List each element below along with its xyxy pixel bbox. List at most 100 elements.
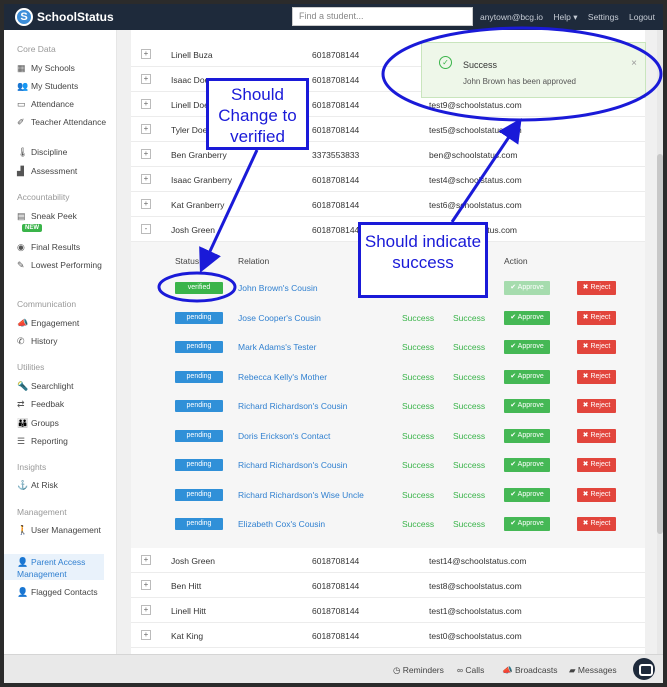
expand-toggle[interactable]: +: [141, 554, 151, 565]
student-search-input[interactable]: Find a student...: [292, 7, 473, 26]
settings-link[interactable]: Settings: [588, 12, 619, 22]
relation-link[interactable]: Richard Richardson's Wise Uncle: [238, 490, 364, 500]
reminders-button[interactable]: ◷ Reminders: [393, 665, 444, 676]
status-text: Success: [453, 460, 486, 470]
sidebar-item-sneak-peek[interactable]: ▤ Sneak Peek: [17, 210, 117, 222]
expand-toggle[interactable]: +: [141, 49, 151, 59]
sidebar-item-label: Groups: [31, 418, 59, 428]
approve-button[interactable]: ✔ Approve: [504, 428, 550, 443]
approve-button[interactable]: ✔ Approve: [504, 517, 550, 531]
broadcasts-button[interactable]: 📣 Broadcasts: [502, 665, 557, 676]
sidebar-item-my-students[interactable]: 👥 My Students: [17, 80, 117, 92]
approve-button[interactable]: ✔ Approve: [504, 458, 550, 472]
phone-icon: ✆: [17, 336, 25, 346]
reject-button[interactable]: ✖ Reject: [577, 310, 616, 325]
expand-toggle[interactable]: +: [141, 579, 151, 590]
status-badge: pending: [175, 311, 223, 324]
contact-phone: 6018708144: [312, 175, 360, 185]
calls-button[interactable]: ∞ Calls: [457, 665, 484, 675]
help-menu[interactable]: Help ▾: [553, 12, 577, 22]
contact-name: Linell Doe: [171, 100, 209, 110]
table-row[interactable]: + Ben Hitt 6018708144 test8@schoolstatus.co…: [131, 573, 645, 598]
reject-button[interactable]: ✖ Reject: [577, 281, 616, 295]
request-row: pending Elizabeth Cox's Cousin Success Succ…: [131, 509, 645, 539]
relation-link[interactable]: Richard Richardson's Cousin: [238, 460, 347, 470]
reject-button[interactable]: ✖ Reject: [577, 428, 616, 443]
sidebar-item-flagged-contacts[interactable]: 👤 Flagged Contacts: [17, 586, 117, 598]
expand-toggle[interactable]: +: [141, 74, 151, 84]
close-icon[interactable]: ×: [631, 58, 637, 69]
expand-toggle[interactable]: +: [141, 629, 151, 640]
expand-toggle[interactable]: +: [141, 174, 151, 184]
table-row[interactable]: + Kat King 6018708144 test0@schoolstatus.co…: [131, 623, 645, 648]
reject-button[interactable]: ✖ Reject: [577, 517, 616, 531]
relation-link[interactable]: Elizabeth Cox's Cousin: [238, 519, 325, 529]
status-badge: pending: [175, 429, 223, 442]
sidebar-item-feedback[interactable]: ⇄ Feedbak: [17, 398, 117, 410]
sidebar-item-attendance[interactable]: ▭ Attendance: [17, 98, 117, 110]
chat-bubble-icon[interactable]: [633, 658, 655, 680]
scrollbar[interactable]: [657, 30, 663, 654]
relation-link[interactable]: Jose Cooper's Cousin: [238, 313, 321, 323]
sidebar-item-groups[interactable]: 👪 Groups: [17, 417, 117, 429]
status-text: Success: [402, 401, 435, 411]
expand-toggle[interactable]: +: [141, 604, 151, 615]
contact-email: test14@schoolstatus.com: [429, 555, 527, 566]
sidebar-item-my-schools[interactable]: ▦ My Schools: [17, 62, 117, 74]
approve-button[interactable]: ✔ Approve: [504, 281, 550, 295]
status-badge: pending: [175, 370, 223, 383]
table-row[interactable]: + Linell Hitt 6018708144 test1@schoolstatus…: [131, 598, 645, 623]
expand-toggle[interactable]: +: [141, 149, 151, 159]
status-text: Success: [402, 460, 435, 470]
chart-icon: ▟: [17, 166, 24, 176]
messages-button[interactable]: ▰ Messages: [569, 665, 617, 676]
status-text: Success: [453, 489, 486, 500]
reject-button[interactable]: ✖ Reject: [577, 458, 616, 472]
relation-link[interactable]: Rebecca Kelly's Mother: [238, 372, 327, 382]
status-text: Success: [402, 342, 435, 352]
relation-link[interactable]: Mark Adams's Tester: [238, 342, 316, 352]
scrollbar-thumb[interactable]: [657, 154, 663, 534]
sidebar-item-searchlight[interactable]: 🔦 Searchlight: [17, 380, 117, 392]
table-row[interactable]: + Kat Granberry 6018708144 test6@schoolstat…: [131, 192, 645, 217]
expand-toggle[interactable]: +: [141, 124, 151, 134]
table-row[interactable]: + Josh Green 6018708144 test14@schoolstatus…: [131, 548, 645, 573]
approve-button[interactable]: ✔ Approve: [504, 340, 550, 354]
pencil-icon: ✎: [17, 260, 25, 270]
reject-button[interactable]: ✖ Reject: [577, 340, 616, 354]
reject-button[interactable]: ✖ Reject: [577, 369, 616, 384]
contact-phone: 6018708144: [312, 50, 360, 60]
table-row[interactable]: + Isaac Granberry 6018708144 test4@schoolst…: [131, 167, 645, 192]
sidebar-item-user-management[interactable]: 🚶 User Management: [17, 524, 117, 536]
relation-link[interactable]: Richard Richardson's Cousin: [238, 401, 347, 411]
relation-link[interactable]: Doris Erickson's Contact: [238, 431, 330, 441]
expand-toggle[interactable]: +: [141, 99, 151, 109]
sidebar-item-teacher-attendance[interactable]: ✐ Teacher Attendance: [17, 116, 117, 128]
sidebar-item-discipline[interactable]: 🌡 Discipline: [17, 146, 117, 158]
expand-toggle[interactable]: +: [141, 199, 151, 209]
main-content: + Linell Buza 6018708144 + Isaac Doe 60187081…: [117, 30, 663, 654]
expand-toggle[interactable]: -: [141, 224, 151, 234]
sidebar-item-at-risk[interactable]: ⚓ At Risk: [17, 479, 117, 491]
user-account-link[interactable]: anytown@bcg.io: [480, 12, 543, 22]
reject-button[interactable]: ✖ Reject: [577, 487, 616, 502]
app-name[interactable]: SchoolStatus: [37, 10, 114, 24]
sidebar-item-assessment[interactable]: ▟ Assessment: [17, 165, 117, 177]
eye-icon: ◉: [17, 242, 25, 252]
sidebar-item-lowest-performing[interactable]: ✎ Lowest Performing: [17, 259, 117, 271]
logout-link[interactable]: Logout: [629, 12, 655, 22]
status-text: Success: [402, 371, 435, 382]
sidebar-item-final-results[interactable]: ◉ Final Results: [17, 241, 117, 253]
sidebar-item-reporting[interactable]: ☰ Reporting: [17, 435, 117, 447]
approve-button[interactable]: ✔ Approve: [504, 310, 550, 325]
sidebar-item-parent-access-management[interactable]: 👤 Parent Access Management: [4, 554, 104, 580]
reject-button[interactable]: ✖ Reject: [577, 399, 616, 413]
sidebar-item-label: User Management: [31, 525, 101, 535]
sidebar-item-engagement[interactable]: 📣 Engagement: [17, 317, 117, 329]
retweet-icon: ⇄: [17, 399, 25, 409]
approve-button[interactable]: ✔ Approve: [504, 369, 550, 384]
relation-link[interactable]: John Brown's Cousin: [238, 283, 318, 293]
approve-button[interactable]: ✔ Approve: [504, 399, 550, 413]
approve-button[interactable]: ✔ Approve: [504, 487, 550, 502]
sidebar-item-history[interactable]: ✆ History: [17, 335, 117, 347]
